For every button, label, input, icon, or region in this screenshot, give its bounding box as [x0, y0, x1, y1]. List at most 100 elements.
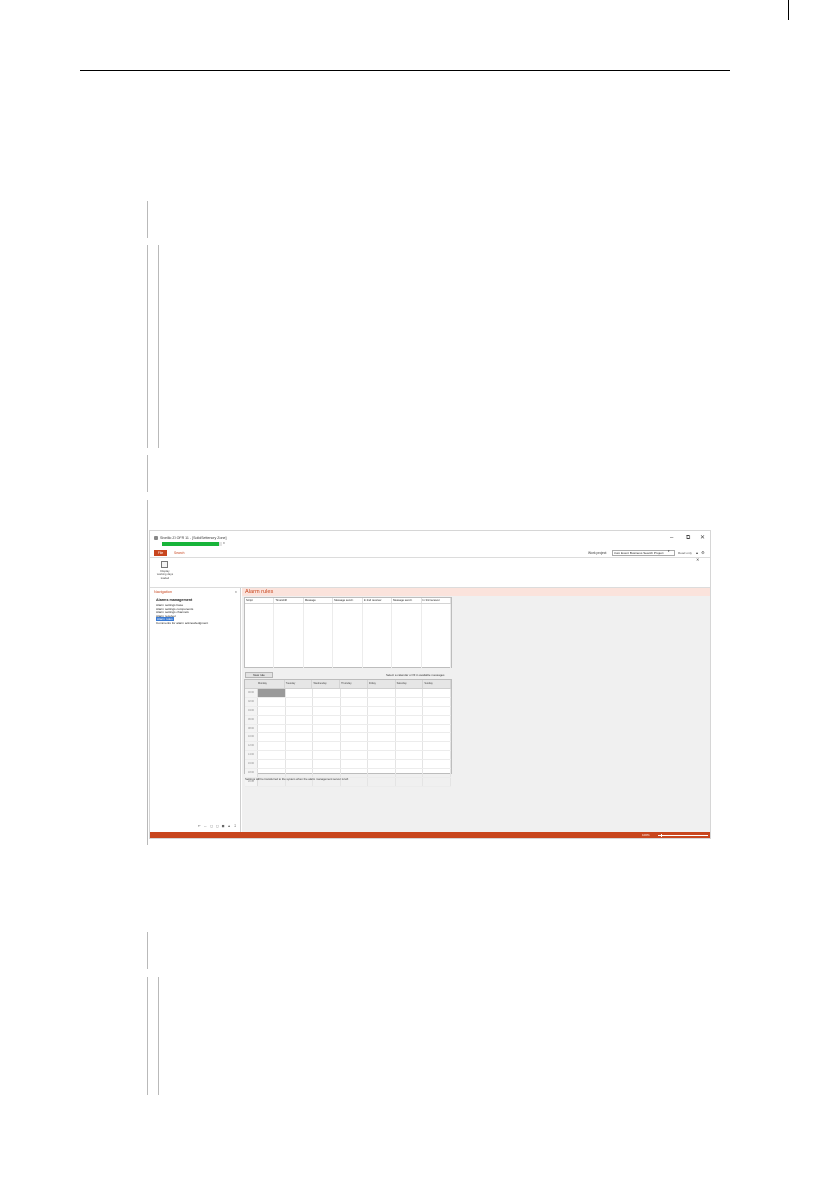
weekday-column-header[interactable]: Saturday	[396, 680, 424, 688]
navigation-footer-icons[interactable]: ⇤ ↔ ◻ ◻ ◼ ▲ ↧	[198, 824, 238, 828]
schedule-cell[interactable]	[286, 706, 314, 715]
schedule-cell[interactable]	[313, 697, 341, 706]
weekday-column-header[interactable]: Sunday	[423, 680, 452, 688]
schedule-cell[interactable]	[423, 733, 452, 742]
schedule-cell[interactable]	[396, 751, 424, 760]
schedule-cell[interactable]	[341, 697, 369, 706]
schedule-cell[interactable]	[396, 777, 424, 786]
schedule-cell[interactable]	[368, 706, 396, 715]
rules-column-cell[interactable]	[363, 604, 393, 668]
weekday-column-header[interactable]: Friday	[368, 680, 396, 688]
close-icon[interactable]: x	[235, 590, 237, 594]
weekday-column-header[interactable]: Tuesday	[285, 680, 313, 688]
rules-column-cell[interactable]	[274, 604, 304, 668]
chevron-down-icon[interactable]: ▾	[668, 549, 670, 553]
work-project-select[interactable]: trum Event Business Search Project	[612, 549, 675, 556]
schedule-cell[interactable]	[286, 715, 314, 724]
schedule-cell[interactable]	[313, 751, 341, 760]
schedule-cell[interactable]	[423, 706, 452, 715]
rules-column-cell[interactable]	[422, 604, 451, 668]
schedule-cell[interactable]	[313, 724, 341, 733]
rules-column-header[interactable]: Message send t	[333, 598, 363, 603]
schedule-cell[interactable]	[368, 724, 396, 733]
rules-column-header[interactable]: Message send t	[392, 598, 422, 603]
close-progress-icon[interactable]: x	[223, 541, 225, 545]
schedule-cell[interactable]	[341, 733, 369, 742]
rules-column-cell[interactable]	[304, 604, 334, 668]
schedule-cell[interactable]	[341, 706, 369, 715]
schedule-cell[interactable]	[286, 733, 314, 742]
schedule-cell[interactable]	[396, 742, 424, 751]
schedule-cell[interactable]	[423, 724, 452, 733]
schedule-cell[interactable]	[396, 706, 424, 715]
schedule-cell[interactable]	[286, 751, 314, 760]
schedule-cell[interactable]	[341, 742, 369, 751]
schedule-cell[interactable]	[396, 769, 424, 777]
schedule-cell[interactable]	[368, 742, 396, 751]
schedule-cell[interactable]	[396, 689, 424, 697]
schedule-cell[interactable]	[341, 724, 369, 733]
week-schedule-table[interactable]: Monday Tuesday Wednesday Thursday Friday Satu…	[244, 679, 452, 787]
schedule-cell[interactable]	[368, 760, 396, 769]
schedule-cell[interactable]	[423, 777, 452, 786]
rules-column-cell[interactable]	[245, 604, 275, 668]
schedule-cell[interactable]	[368, 715, 396, 724]
schedule-cell[interactable]	[313, 689, 341, 697]
schedule-cell[interactable]	[313, 706, 341, 715]
schedule-cell[interactable]	[258, 689, 286, 697]
schedule-cell[interactable]	[286, 760, 314, 769]
rules-column-header[interactable]: Time/shift	[274, 598, 304, 603]
schedule-cell[interactable]	[258, 733, 286, 742]
calendar-icon[interactable]	[161, 561, 168, 568]
schedule-cell[interactable]	[396, 715, 424, 724]
schedule-cell[interactable]	[313, 760, 341, 769]
schedule-cell[interactable]	[313, 715, 341, 724]
schedule-cell[interactable]	[313, 733, 341, 742]
schedule-cell[interactable]	[258, 697, 286, 706]
maximize-button[interactable]: ⧉	[686, 534, 690, 542]
rules-table[interactable]: Script Time/shift Message Message send t In …	[244, 597, 452, 668]
schedule-cell[interactable]	[423, 715, 452, 724]
schedule-cell[interactable]	[258, 760, 286, 769]
schedule-cell[interactable]	[423, 697, 452, 706]
weekday-column-header[interactable]: Wednesday	[312, 680, 341, 688]
schedule-cell[interactable]	[286, 724, 314, 733]
nav-item-comments[interactable]: Comments for alarm acknowledgment	[156, 621, 208, 626]
schedule-cell[interactable]	[368, 777, 396, 786]
schedule-cell[interactable]	[423, 742, 452, 751]
schedule-cell[interactable]	[341, 769, 369, 777]
weekday-column-header[interactable]: Thursday	[340, 680, 368, 688]
schedule-cell[interactable]	[341, 751, 369, 760]
rules-column-header[interactable]: Script	[245, 598, 275, 603]
rules-column-header[interactable]: In 3rd receiver	[422, 598, 451, 603]
schedule-cell[interactable]	[396, 724, 424, 733]
rules-column-cell[interactable]	[392, 604, 422, 668]
schedule-cell[interactable]	[258, 715, 286, 724]
schedule-cell[interactable]	[368, 733, 396, 742]
schedule-cell[interactable]	[368, 769, 396, 777]
rules-column-cell[interactable]	[333, 604, 363, 668]
close-button[interactable]: ✕	[700, 534, 705, 542]
weekday-column-header[interactable]: Monday	[257, 680, 285, 688]
schedule-cell[interactable]	[341, 760, 369, 769]
schedule-cell[interactable]	[313, 742, 341, 751]
schedule-cell[interactable]	[396, 733, 424, 742]
rules-column-header[interactable]: In 2nd receiver	[363, 598, 393, 603]
schedule-cell[interactable]	[286, 697, 314, 706]
schedule-cell[interactable]	[313, 769, 341, 777]
schedule-cell[interactable]	[423, 760, 452, 769]
schedule-cell[interactable]	[258, 769, 286, 777]
schedule-cell[interactable]	[286, 689, 314, 697]
schedule-cell[interactable]	[258, 742, 286, 751]
zoom-slider[interactable]	[658, 834, 708, 836]
schedule-cell[interactable]	[423, 769, 452, 777]
tab-search[interactable]: Search	[174, 550, 184, 556]
ribbon-button-label[interactable]: Display working days loaded	[156, 569, 174, 580]
schedule-cell[interactable]	[396, 697, 424, 706]
schedule-cell[interactable]	[368, 697, 396, 706]
minimize-button[interactable]: –	[670, 534, 673, 542]
schedule-cell[interactable]	[286, 742, 314, 751]
schedule-cell[interactable]	[258, 751, 286, 760]
schedule-cell[interactable]	[341, 689, 369, 697]
tab-file[interactable]: Flie	[154, 550, 167, 556]
